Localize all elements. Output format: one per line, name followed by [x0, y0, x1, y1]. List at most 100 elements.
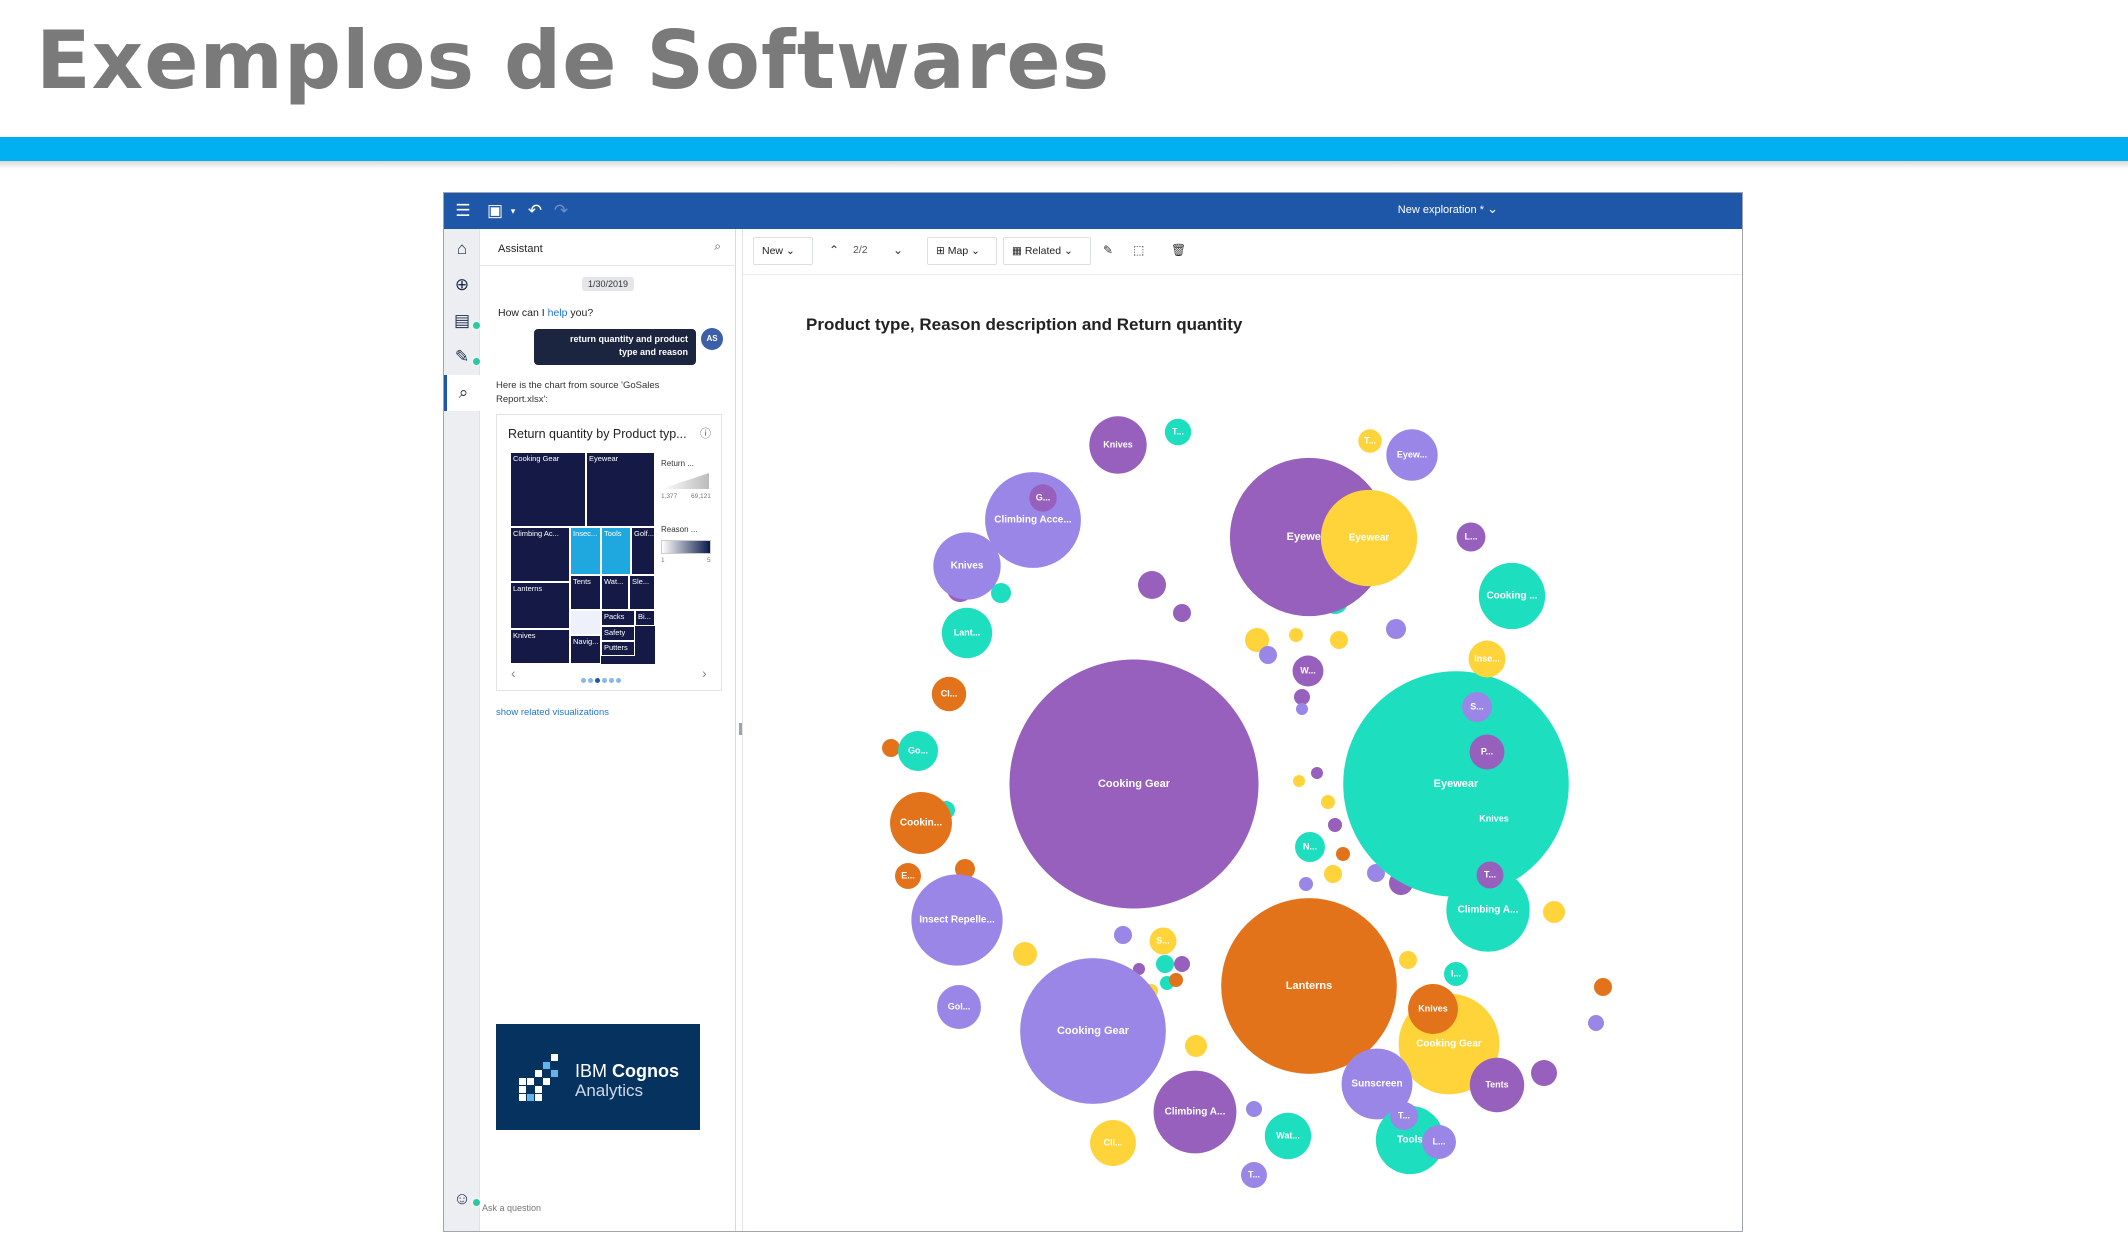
bubble-label: Gol...	[948, 1001, 971, 1011]
chevron-left-icon[interactable]: ‹	[511, 665, 516, 681]
user-avatar: AS	[701, 328, 723, 350]
redo-icon: ↷	[553, 201, 569, 220]
ask-question-input[interactable]	[482, 1197, 712, 1219]
bubble-label: Cooking Gear	[1098, 778, 1171, 790]
carousel-dot[interactable]	[609, 678, 614, 683]
date-pill: 1/30/2019	[582, 277, 635, 291]
bubble-small[interactable]	[1324, 865, 1342, 883]
bubble-label: Inse...	[1474, 653, 1500, 663]
bubble-label: Lanterns	[1286, 980, 1332, 992]
assistant-answer: Here is the chart from source 'GoSales R…	[496, 380, 660, 405]
info-icon[interactable]: ⓘ	[700, 425, 711, 441]
home-icon[interactable]: ⌂	[444, 231, 480, 267]
bubble-small[interactable]	[1246, 1101, 1262, 1117]
add-icon[interactable]: ⊞	[444, 1223, 480, 1231]
bubble-label: Knives	[1103, 439, 1133, 449]
undo-icon[interactable]: ↶	[524, 201, 546, 221]
bubble-small[interactable]	[1174, 956, 1190, 972]
bubble-small[interactable]	[1336, 847, 1350, 861]
bubble-label: W...	[1300, 665, 1316, 675]
bubble-small[interactable]	[1399, 951, 1417, 969]
title-accent-bar	[0, 137, 2128, 161]
logo-brand: IBM	[575, 1061, 608, 1081]
bubble-label: I...	[1451, 968, 1461, 978]
save-chevron-icon[interactable]: ▾	[502, 201, 524, 221]
bubble-label: Wat...	[1276, 1130, 1300, 1140]
menu-icon[interactable]: ☰	[452, 201, 474, 221]
bubble-small[interactable]	[1531, 1060, 1557, 1086]
treemap-cell: Navig...	[570, 635, 601, 664]
legend-return-title: Return ...	[661, 459, 694, 468]
bubble-small[interactable]	[1185, 1035, 1207, 1057]
bubble-small[interactable]	[1013, 942, 1037, 966]
legend-reason-ramp	[661, 540, 711, 554]
treemap-cell: Putters	[601, 641, 635, 656]
treemap-cell: Wat...	[601, 575, 629, 610]
help-link[interactable]: help	[548, 307, 568, 319]
bubble-small[interactable]	[1296, 703, 1308, 715]
bubble-label: Knives	[951, 561, 984, 572]
carousel-dot[interactable]	[602, 678, 607, 683]
bubble-small[interactable]	[1173, 604, 1191, 622]
assistant-icon[interactable]: ⌕	[444, 375, 480, 411]
bubble-small[interactable]	[1169, 973, 1183, 987]
divider	[480, 265, 736, 266]
bubble-small[interactable]	[1588, 1015, 1604, 1031]
bubble-label: N...	[1303, 841, 1317, 851]
chevron-right-icon[interactable]: ›	[702, 665, 707, 681]
bubble-small[interactable]	[1156, 955, 1174, 973]
bubble-small[interactable]	[1138, 571, 1166, 599]
bubble-label: T...	[1248, 1169, 1260, 1179]
bubble-chart: Cooking Gear Eyewear Lanterns Eyewear Cookin…	[882, 416, 1612, 1188]
bubble-small[interactable]	[1259, 646, 1277, 664]
carousel-dots[interactable]	[581, 670, 623, 683]
bubble-small[interactable]	[1114, 926, 1132, 944]
bubble-small[interactable]	[882, 739, 900, 757]
legend-return-max: 69,121	[691, 493, 711, 500]
bubble-small[interactable]	[1330, 631, 1348, 649]
treemap-cell: Tools	[601, 527, 631, 575]
bubble-small[interactable]	[1311, 767, 1323, 779]
carousel-dot[interactable]	[588, 678, 593, 683]
show-related-link[interactable]: show related visualizations	[496, 707, 609, 718]
bubble-label: E...	[901, 870, 915, 880]
legend-return-min: 1,377	[661, 493, 678, 500]
bubble-small[interactable]	[1386, 619, 1406, 639]
bubble-label: P...	[1481, 746, 1493, 756]
carousel-dot[interactable]	[616, 678, 621, 683]
bubble-small[interactable]	[1289, 628, 1303, 642]
bubble-label: Eyewear	[1434, 778, 1479, 790]
ibm-cognos-logo: IBM Cognos Analytics	[496, 1024, 700, 1130]
treemap-cell: Bi...	[635, 610, 655, 626]
bubble-small[interactable]	[1321, 795, 1335, 809]
bubble-label: Climbing Acce...	[994, 515, 1072, 526]
bubble-label: G...	[1036, 492, 1051, 502]
bubble-label: Go...	[908, 745, 928, 755]
bubble-label: Cli...	[1103, 1137, 1122, 1147]
bubble-label: Cooking Gear	[1057, 1025, 1130, 1037]
user-message-line: type and reason	[618, 347, 688, 357]
bubble-small[interactable]	[1294, 689, 1310, 705]
logo-sub: Analytics	[575, 1081, 644, 1100]
carousel-dot[interactable]	[581, 678, 586, 683]
title-bar-shadow	[0, 161, 2128, 169]
carousel-dot-active[interactable]	[595, 678, 600, 683]
bubble-small[interactable]	[1328, 818, 1342, 832]
bubble-small[interactable]	[1299, 877, 1313, 891]
greeting-prefix: How can I	[498, 307, 548, 319]
treemap-cell: Climbing Ac...	[510, 527, 570, 582]
exploration-chevron-icon[interactable]: ⌄	[1487, 201, 1498, 217]
legend-reason-min: 1	[661, 557, 665, 564]
mini-chart-card[interactable]: Return quantity by Product typ... ⓘ Cook…	[496, 414, 722, 691]
exploration-title[interactable]: New exploration *	[1398, 204, 1484, 216]
treemap-cell: Sle...	[629, 575, 655, 610]
treemap-cell: Knives	[510, 629, 570, 664]
bubble-small[interactable]	[1594, 978, 1612, 996]
cognos-app-window: ☰ ▣ ▾ ↶ ↷ New exploration * ⌄ ⌂ ⊕ ▤ ✎ ⌕ …	[443, 192, 1743, 1232]
bubble-small[interactable]	[1293, 775, 1305, 787]
bubble-small[interactable]	[1543, 901, 1565, 923]
assistant-search-icon[interactable]: ⌕	[714, 239, 721, 254]
user-message-bubble: return quantity and product type and rea…	[534, 329, 696, 365]
explore-icon[interactable]: ⊕	[444, 267, 480, 303]
bubble-label: S...	[1470, 701, 1484, 711]
